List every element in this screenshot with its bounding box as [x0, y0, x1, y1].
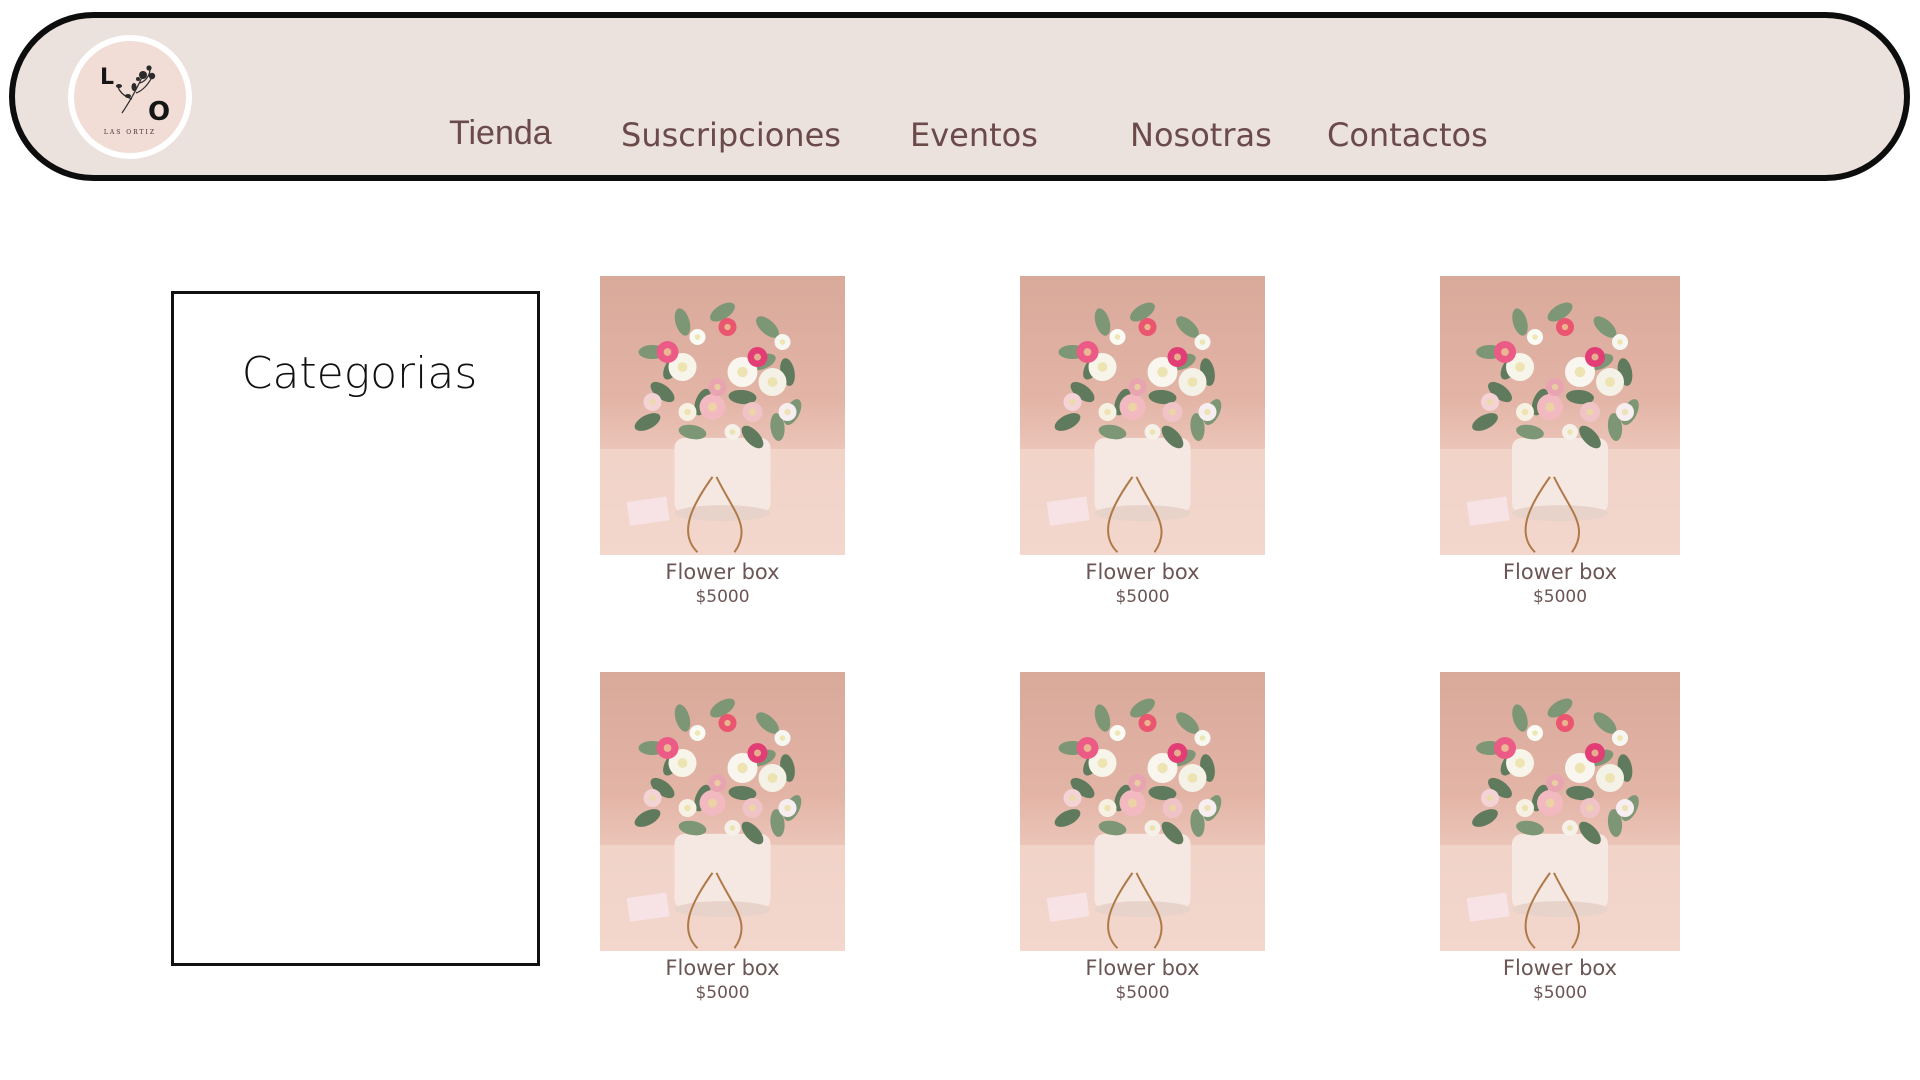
bouquet-illustration: [1020, 698, 1265, 951]
brand-logo[interactable]: L O LAS ORTIZ: [68, 35, 192, 159]
nav-link-tienda[interactable]: Tienda: [449, 114, 552, 153]
product-price: $5000: [1532, 983, 1588, 1003]
product-card[interactable]: Flower box $5000: [600, 672, 845, 1004]
product-price: $5000: [695, 983, 750, 1003]
page: L O LAS ORTIZ Tienda Suscripciones Event…: [0, 0, 1920, 1080]
product-price: $5000: [695, 587, 750, 607]
product-image[interactable]: [600, 276, 845, 555]
nav-link-suscripciones[interactable]: Suscripciones: [621, 116, 841, 154]
nav-link-contactos[interactable]: Contactos: [1327, 116, 1488, 154]
logo-letter-o: O: [148, 97, 171, 127]
product-price: $5000: [1115, 983, 1170, 1003]
product-name: Flower box: [1502, 560, 1618, 584]
site-header: L O LAS ORTIZ Tienda Suscripciones Event…: [9, 12, 1910, 181]
product-name: Flower box: [1085, 560, 1200, 584]
bouquet-illustration: [1440, 698, 1680, 951]
product-image[interactable]: [1020, 276, 1265, 555]
product-card[interactable]: Flower box $5000: [1020, 672, 1265, 1004]
bouquet-illustration: [600, 302, 845, 555]
product-card[interactable]: Flower box $5000: [1440, 276, 1680, 608]
bouquet-illustration: [1020, 302, 1265, 555]
product-image[interactable]: [600, 672, 845, 951]
nav-link-nosotras[interactable]: Nosotras: [1130, 116, 1272, 154]
product-price: $5000: [1115, 587, 1170, 607]
categories-panel: Categorias: [171, 291, 540, 966]
product-image[interactable]: [1440, 672, 1680, 951]
product-name: Flower box: [665, 956, 780, 980]
product-image[interactable]: [1020, 672, 1265, 951]
categories-title: Categorias: [241, 348, 478, 399]
product-image[interactable]: [1440, 276, 1680, 555]
product-price: $5000: [1532, 587, 1588, 607]
product-card[interactable]: Flower box $5000: [600, 276, 845, 608]
nav-link-eventos[interactable]: Eventos: [910, 116, 1038, 154]
bouquet-illustration: [1440, 302, 1680, 555]
product-card[interactable]: Flower box $5000: [1020, 276, 1265, 608]
product-name: Flower box: [1085, 956, 1200, 980]
logo-brand-text: LAS ORTIZ: [103, 129, 157, 136]
bouquet-illustration: [600, 698, 845, 951]
logo-letter-l: L: [100, 65, 115, 90]
product-card[interactable]: Flower box $5000: [1440, 672, 1680, 1004]
product-name: Flower box: [665, 560, 780, 584]
product-name: Flower box: [1502, 956, 1618, 980]
